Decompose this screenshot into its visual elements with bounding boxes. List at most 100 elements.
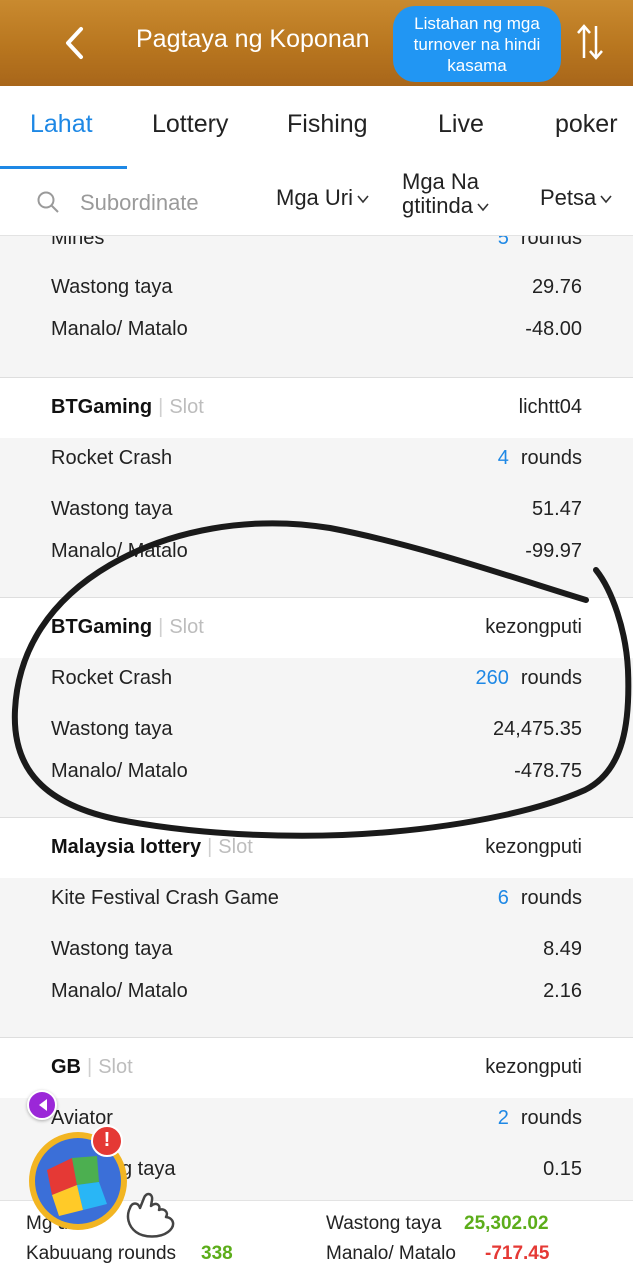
tab-lahat[interactable]: Lahat <box>30 110 93 139</box>
app-header: Pagtaya ng Koponan Listahan ng mga turno… <box>0 0 633 86</box>
provider-category: Slot <box>218 836 253 858</box>
win-loss-label: Manalo/ Matalo <box>51 980 188 1002</box>
win-loss-row: Manalo/ Matalo -99.97 <box>51 540 582 570</box>
win-loss-value: 2.16 <box>543 980 582 1002</box>
valid-bet-label: Wastong taya <box>51 498 173 520</box>
total-rounds-label: Kabuuang rounds <box>26 1243 177 1264</box>
username: kezongputi <box>485 1056 582 1078</box>
record-card[interactable]: Malaysia lottery | Slot kezongputi Kite Fe… <box>0 818 633 1036</box>
valid-bet-row: Wastong taya 24,475.35 <box>51 718 582 748</box>
rounds-unit: rounds <box>520 447 582 469</box>
total-valid-bet-label: Wastong taya <box>326 1213 442 1234</box>
arrow-left-icon <box>39 1099 47 1111</box>
chevron-down-icon <box>477 203 489 212</box>
game-name: Mines <box>51 236 105 249</box>
win-loss-value: -99.97 <box>525 540 582 562</box>
back-button[interactable] <box>52 18 96 68</box>
provider-name: BTGaming <box>51 396 153 418</box>
provider-category: Slot <box>169 396 204 418</box>
provider-name: Malaysia lottery <box>51 836 202 858</box>
active-tab-indicator <box>0 166 127 169</box>
valid-bet-value: 0.15 <box>543 1158 582 1180</box>
record-card-header: BTGaming | Slot lichtt04 <box>0 378 633 438</box>
valid-bet-value: 8.49 <box>543 938 582 960</box>
record-card-header: GB | Slot kezongputi <box>0 1038 633 1098</box>
win-loss-label: Manalo/ Matalo <box>51 318 188 340</box>
valid-bet-row: Wastong taya 29.76 <box>51 276 582 306</box>
total-win-loss-value: -717.45 <box>485 1243 550 1264</box>
win-loss-row: Manalo/ Matalo -478.75 <box>51 760 582 790</box>
valid-bet-value: 24,475.35 <box>493 718 582 740</box>
username: lichtt04 <box>518 396 582 418</box>
total-win-loss-label: Manalo/ Matalo <box>326 1243 456 1264</box>
record-card-header: Malaysia lottery | Slot kezongputi <box>0 818 633 878</box>
rounds-unit: rounds <box>520 667 582 689</box>
record-card[interactable]: BTGaming | Slot kezongputi Rocket Crash 26… <box>0 598 633 816</box>
game-name: Rocket Crash <box>51 667 173 689</box>
rounds-count: 260 <box>475 667 509 689</box>
game-row: Rocket Crash 4 rounds <box>51 447 582 477</box>
game-row: Aviator 2 rounds <box>51 1107 582 1137</box>
category-tabs: Lahat Lottery Fishing Live poker <box>0 86 633 170</box>
alert-icon: ! <box>91 1125 123 1157</box>
win-loss-label: Manalo/ Matalo <box>51 760 188 782</box>
filter-bar: Mga Uri Mga Na gtitinda Petsa <box>0 170 633 236</box>
win-loss-value: -48.00 <box>525 318 582 340</box>
tab-live[interactable]: Live <box>438 110 484 139</box>
game-row: Mines 5 rounds <box>51 236 582 257</box>
pointer-hand-icon <box>126 1192 175 1238</box>
sort-swap-icon[interactable] <box>574 22 606 62</box>
rounds-unit: rounds <box>520 236 582 249</box>
chevron-down-icon <box>357 195 369 204</box>
win-loss-row: Manalo/ Matalo -48.00 <box>51 318 582 348</box>
date-dropdown-label: Petsa <box>540 185 597 210</box>
valid-bet-label: Wastong taya <box>51 938 173 960</box>
merchants-dropdown[interactable]: Mga Na gtitinda <box>402 170 489 218</box>
valid-bet-label: g taya <box>121 1158 176 1180</box>
username: kezongputi <box>485 616 582 638</box>
types-dropdown-label: Mga Uri <box>276 185 354 210</box>
rounds-unit: rounds <box>520 887 582 909</box>
provider-category: Slot <box>169 616 204 638</box>
tab-poker[interactable]: poker <box>555 110 618 139</box>
page-title: Pagtaya ng Koponan <box>136 25 370 53</box>
merchants-dropdown-label-line2: gtitinda <box>402 193 473 218</box>
types-dropdown[interactable]: Mga Uri <box>276 186 369 210</box>
partial-record-card: Mines 5 rounds Wastong taya 29.76 Manalo/… <box>0 236 633 377</box>
chevron-down-icon <box>600 195 612 204</box>
rounds-count: 4 <box>497 447 509 469</box>
win-loss-value: -478.75 <box>514 760 582 782</box>
total-rounds-value: 338 <box>201 1243 233 1264</box>
total-valid-bet-value: 25,302.02 <box>464 1213 549 1234</box>
provider-name: GB <box>51 1056 81 1078</box>
record-card[interactable]: BTGaming | Slot lichtt04 Rocket Crash 4 rou… <box>0 378 633 596</box>
subordinate-search-input[interactable] <box>80 188 260 218</box>
rounds-count: 2 <box>497 1107 509 1129</box>
username: kezongputi <box>485 836 582 858</box>
search-icon <box>37 191 59 213</box>
collapse-widget-button[interactable] <box>27 1090 57 1120</box>
game-row: Rocket Crash 260 rounds <box>51 667 582 697</box>
back-arrow-icon <box>66 27 83 59</box>
record-card-header: BTGaming | Slot kezongputi <box>0 598 633 658</box>
rounds-count: 6 <box>497 887 509 909</box>
valid-bet-value: 51.47 <box>531 498 582 520</box>
date-dropdown[interactable]: Petsa <box>540 186 612 210</box>
rounds-count: 5 <box>497 236 509 249</box>
valid-bet-row: g taya 0.15 <box>51 1158 582 1188</box>
win-loss-row: Manalo/ Matalo 2.16 <box>51 980 582 1010</box>
tab-lottery[interactable]: Lottery <box>152 110 228 139</box>
game-name: Kite Festival Crash Game <box>51 887 279 909</box>
tab-fishing[interactable]: Fishing <box>287 110 368 139</box>
valid-bet-row: Wastong taya 8.49 <box>51 938 582 968</box>
provider-name: BTGaming <box>51 616 153 638</box>
valid-bet-value: 29.76 <box>531 276 582 298</box>
game-name: Rocket Crash <box>51 447 173 469</box>
excluded-turnover-button[interactable]: Listahan ng mga turnover na hindi kasama <box>393 6 561 82</box>
merchants-dropdown-label-line1: Mga Na <box>402 169 480 194</box>
rounds-unit: rounds <box>520 1107 582 1129</box>
game-row: Kite Festival Crash Game 6 rounds <box>51 887 582 917</box>
bet-record-list[interactable]: Mines 5 rounds Wastong taya 29.76 Manalo/… <box>0 236 633 1200</box>
valid-bet-label: Wastong taya <box>51 276 173 298</box>
provider-category: Slot <box>98 1056 133 1078</box>
